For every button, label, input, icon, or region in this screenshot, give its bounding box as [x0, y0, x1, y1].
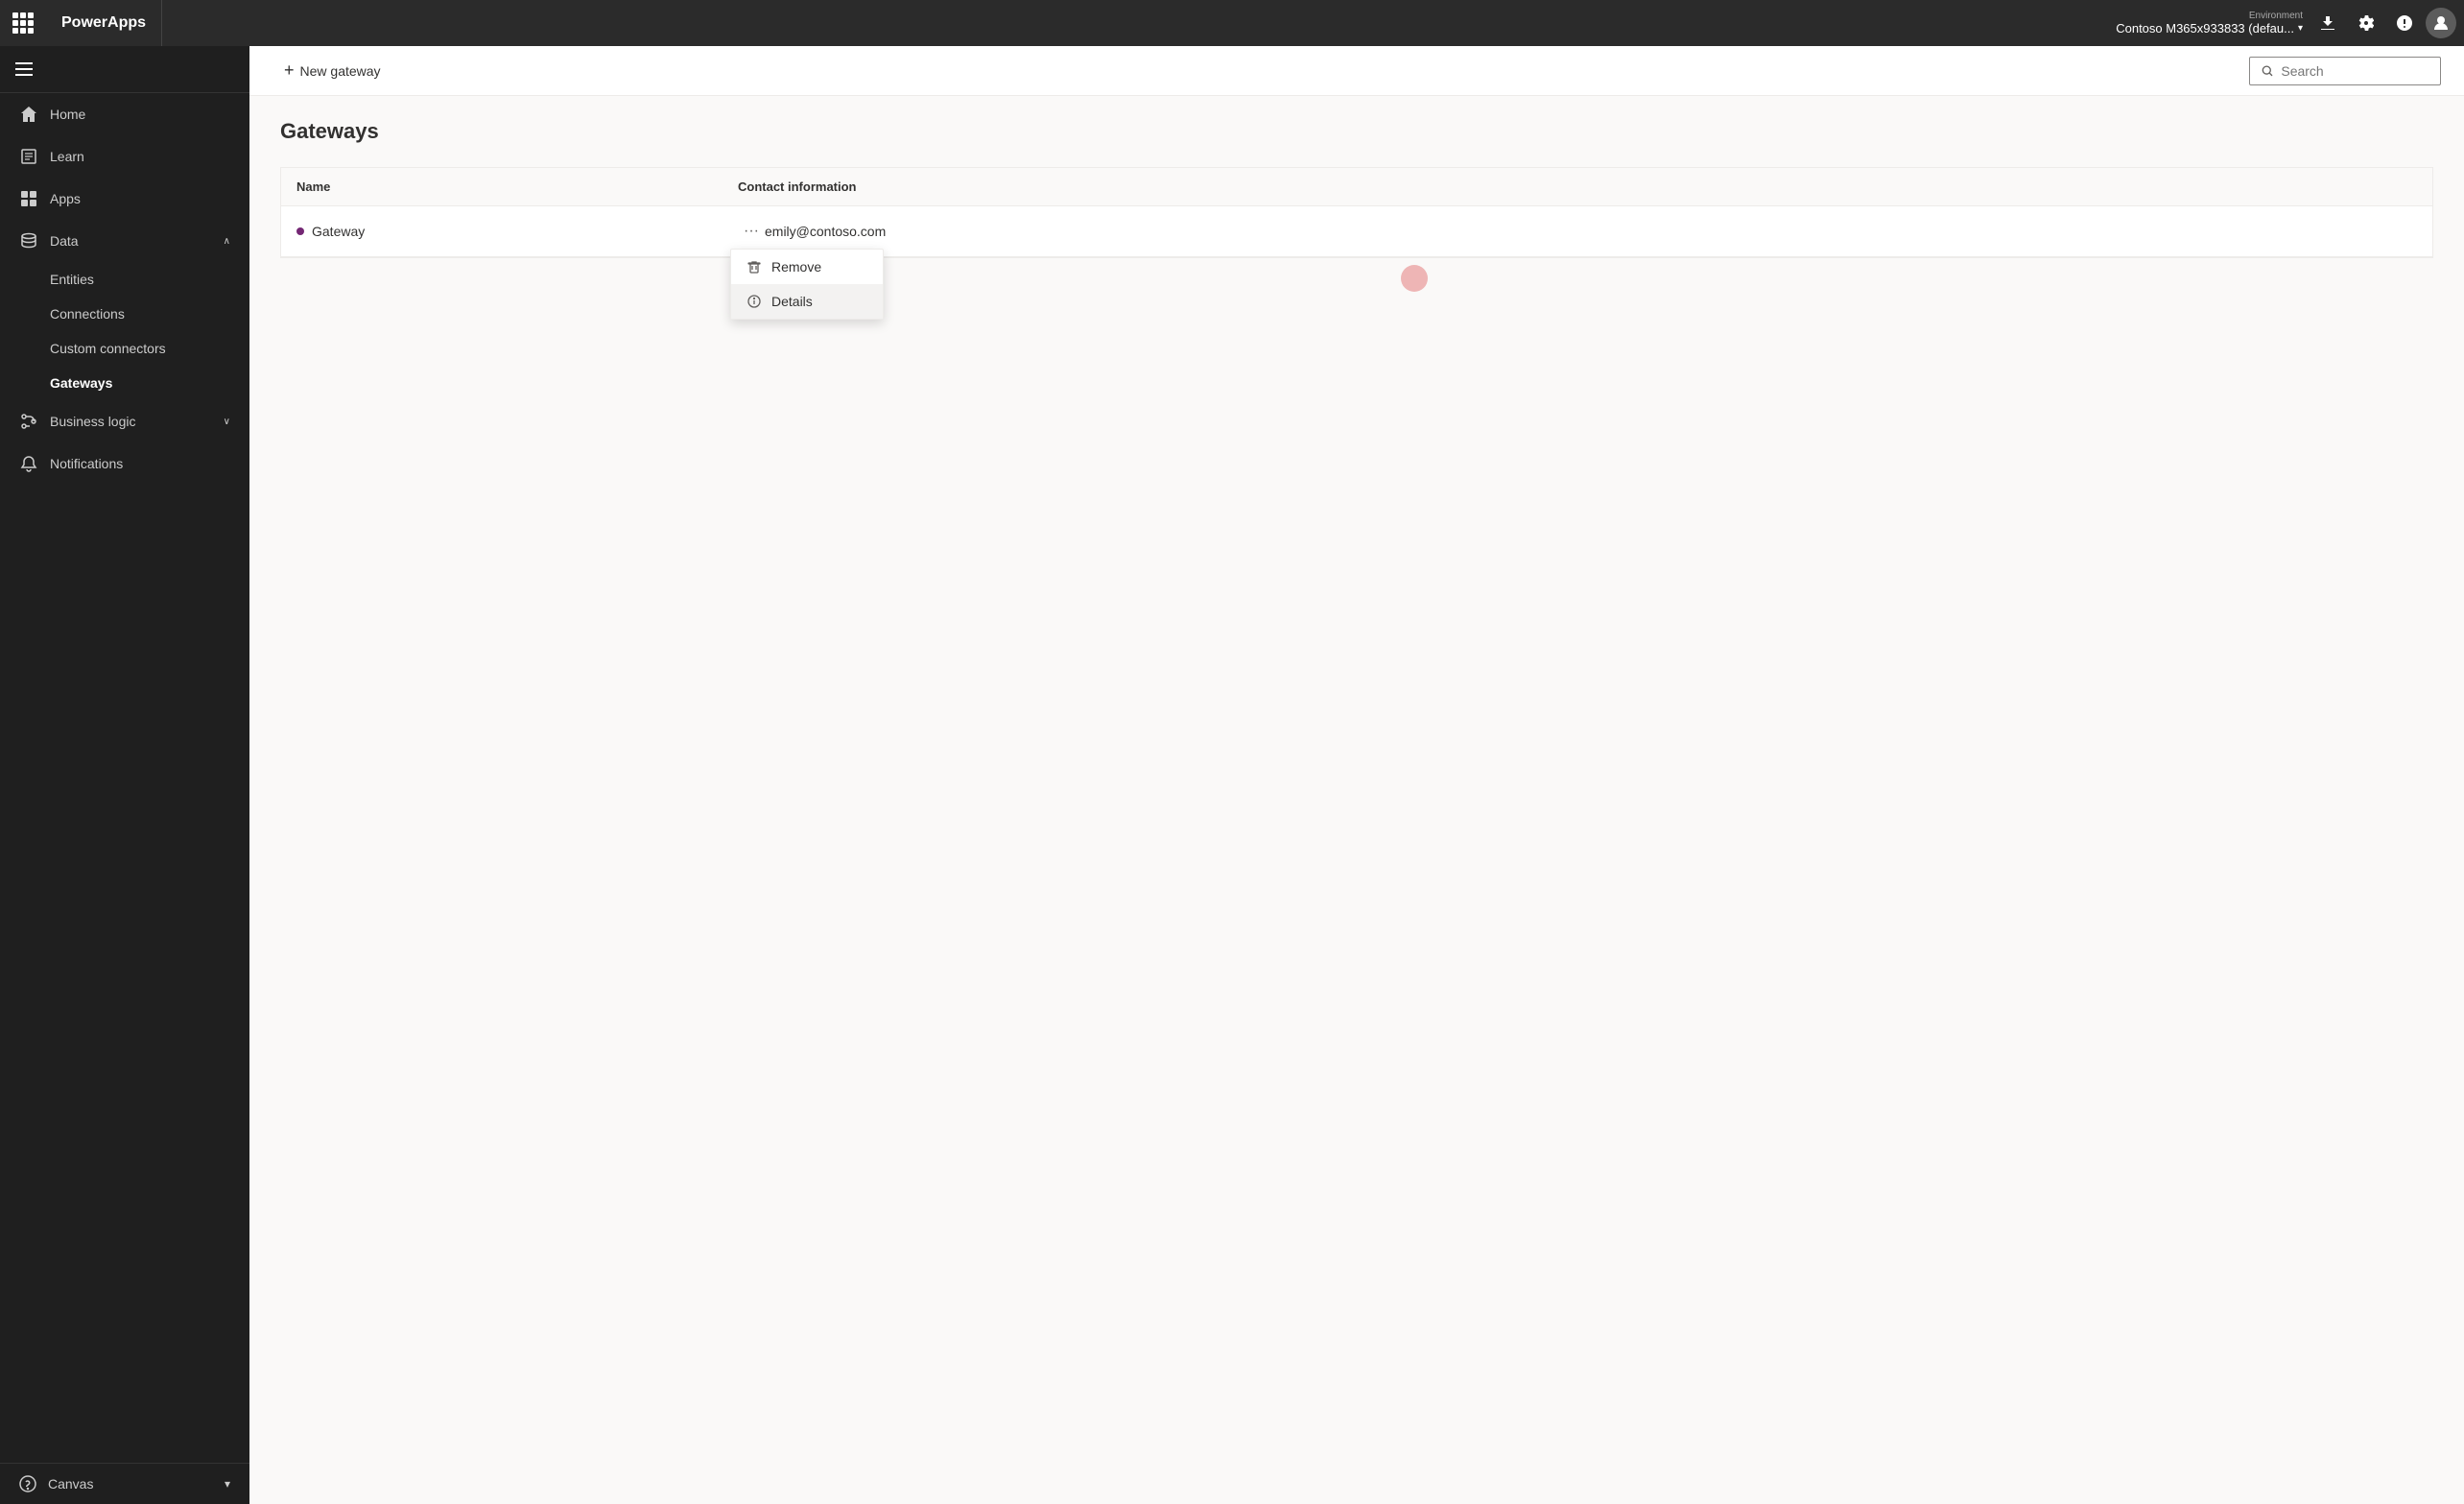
sidebar-sub-label-entities: Entities	[50, 272, 94, 287]
sidebar-sub-item-entities[interactable]: Entities	[0, 262, 249, 297]
sidebar-item-label-apps: Apps	[50, 191, 230, 206]
content-area: + New gateway Gateways Name Contact info…	[249, 46, 2464, 1504]
download-button[interactable]	[2310, 6, 2345, 40]
table-header-name: Name	[296, 179, 738, 194]
data-icon	[19, 231, 38, 251]
sidebar-item-business-logic[interactable]: Business logic ∨	[0, 400, 249, 442]
row-name: Gateway	[312, 224, 734, 239]
sidebar-bottom-label: Canvas	[48, 1476, 93, 1492]
sidebar-item-notifications[interactable]: Notifications	[0, 442, 249, 485]
waffle-icon[interactable]	[0, 0, 46, 46]
sidebar-bottom-canvas[interactable]: Canvas ▾	[0, 1464, 249, 1504]
sidebar-item-label-data: Data	[50, 233, 212, 249]
main-layout: Home Learn	[0, 46, 2464, 1504]
row-contact: emily@contoso.com	[765, 224, 2417, 239]
sidebar-item-label-home: Home	[50, 107, 230, 122]
sidebar-item-label-notifications: Notifications	[50, 456, 230, 471]
app-title: PowerApps	[46, 0, 162, 46]
sidebar-item-apps[interactable]: Apps	[0, 178, 249, 220]
context-menu-details-label: Details	[771, 294, 813, 309]
search-icon	[2262, 64, 2273, 78]
learn-icon	[19, 147, 38, 166]
hover-indicator	[1401, 265, 1428, 292]
context-menu-remove[interactable]: Remove	[731, 250, 883, 284]
new-gateway-label: New gateway	[300, 63, 381, 79]
plus-icon: +	[284, 60, 295, 81]
sidebar-item-home[interactable]: Home	[0, 93, 249, 135]
sidebar-item-data[interactable]: Data ∧	[0, 220, 249, 262]
top-header: PowerApps Environment Contoso M365x93383…	[0, 0, 2464, 46]
sidebar-item-label-learn: Learn	[50, 149, 230, 164]
trash-icon	[746, 259, 762, 275]
search-input[interactable]	[2281, 63, 2428, 79]
business-logic-chevron-icon: ∨	[224, 417, 230, 427]
sidebar-bottom: Canvas ▾	[0, 1463, 249, 1504]
environment-name: Contoso M365x933833 (defau... ▾	[2116, 21, 2303, 36]
apps-icon	[19, 189, 38, 208]
chevron-down-icon: ▾	[2298, 23, 2303, 34]
new-gateway-button[interactable]: + New gateway	[272, 55, 392, 86]
gateways-table: Name Contact information Gateway ··· emi…	[280, 167, 2433, 258]
header-actions	[2310, 6, 2464, 40]
more-options-button[interactable]: ···	[738, 218, 765, 245]
home-icon	[19, 105, 38, 124]
help-circle-icon	[19, 1475, 36, 1492]
environment-selector[interactable]: Environment Contoso M365x933833 (defau..…	[2116, 11, 2303, 36]
sidebar-bottom-chevron-icon: ▾	[225, 1477, 230, 1491]
bell-icon	[19, 454, 38, 473]
avatar[interactable]	[2426, 8, 2456, 38]
business-logic-icon	[19, 412, 38, 431]
sidebar-item-label-business-logic: Business logic	[50, 414, 212, 429]
sidebar-sub-label-gateways: Gateways	[50, 375, 112, 391]
content-main: Gateways Name Contact information Gatewa…	[249, 96, 2464, 1504]
sidebar-sub-label-connections: Connections	[50, 306, 125, 322]
sidebar-item-learn[interactable]: Learn	[0, 135, 249, 178]
sidebar-sub-item-custom-connectors[interactable]: Custom connectors	[0, 331, 249, 366]
sidebar-sub-item-connections[interactable]: Connections	[0, 297, 249, 331]
table-header-contact: Contact information	[738, 179, 2417, 194]
help-button[interactable]	[2387, 6, 2422, 40]
table-header: Name Contact information	[281, 168, 2432, 206]
row-indicator	[296, 227, 304, 235]
table-row: Gateway ··· emily@contoso.com	[281, 206, 2432, 257]
sidebar-sub-item-gateways[interactable]: Gateways	[0, 366, 249, 400]
sidebar: Home Learn	[0, 46, 249, 1504]
hamburger-button[interactable]	[15, 58, 38, 81]
content-toolbar: + New gateway	[249, 46, 2464, 96]
page-title: Gateways	[280, 119, 2433, 144]
settings-button[interactable]	[2349, 6, 2383, 40]
context-menu-details[interactable]: Details	[731, 284, 883, 319]
context-menu: Remove Details	[730, 249, 884, 320]
search-box[interactable]	[2249, 57, 2441, 85]
sidebar-sub-label-custom-connectors: Custom connectors	[50, 341, 166, 356]
info-icon	[746, 294, 762, 309]
context-menu-remove-label: Remove	[771, 259, 821, 275]
environment-label: Environment	[2249, 11, 2303, 21]
data-chevron-icon: ∧	[224, 236, 230, 247]
sidebar-top	[0, 46, 249, 93]
